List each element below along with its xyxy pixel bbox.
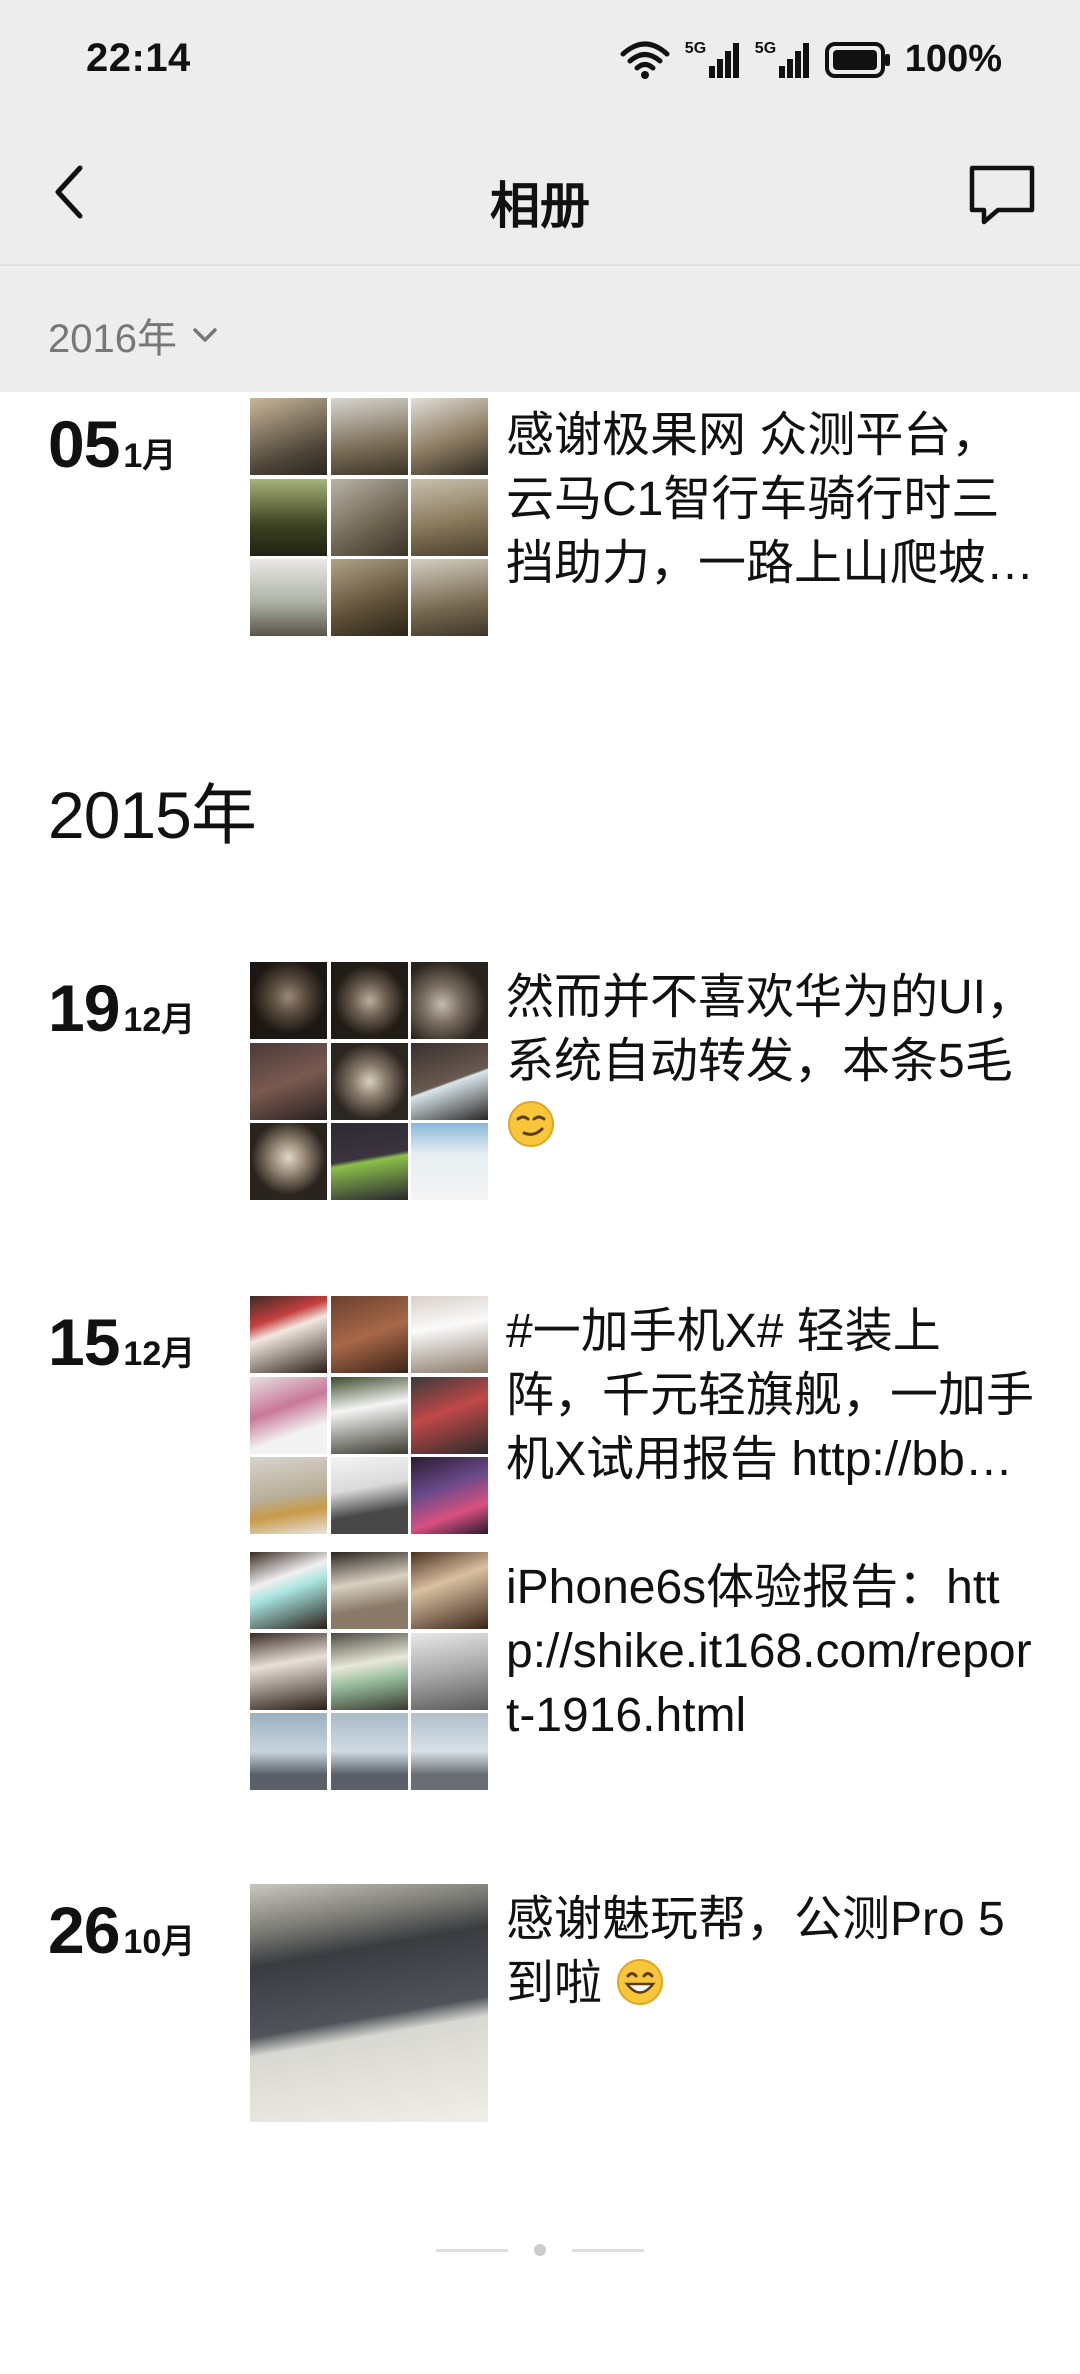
entry-month: 10月 bbox=[123, 1923, 196, 1961]
smirk-emoji-icon bbox=[508, 1101, 554, 1147]
photo-thumbnail bbox=[250, 1296, 327, 1373]
entry-month: 12月 bbox=[123, 1001, 196, 1039]
entry-month: 1月 bbox=[123, 437, 177, 475]
photo-thumbnail bbox=[411, 1457, 488, 1534]
signal-5g-2: 5G bbox=[755, 40, 811, 80]
photo-thumbnail bbox=[330, 398, 408, 475]
photo-thumbnail bbox=[411, 1123, 488, 1200]
photo-thumbnail bbox=[411, 1632, 488, 1710]
signal-bars-icon bbox=[708, 42, 739, 78]
photo-thumbnail bbox=[250, 559, 327, 636]
photo-thumbnail bbox=[330, 1632, 408, 1710]
photo-thumbnail bbox=[411, 1713, 488, 1790]
indicator-dot bbox=[534, 2244, 546, 2256]
photo-thumbnail bbox=[330, 962, 408, 1039]
photo-grid[interactable] bbox=[250, 398, 488, 636]
nav-bar: 相册 bbox=[0, 120, 1080, 264]
post-text[interactable]: 感谢魅玩帮，公测Pro 5到啦 bbox=[506, 1888, 1036, 2016]
photo-thumbnail bbox=[250, 1376, 327, 1454]
photo-thumbnail bbox=[250, 1457, 327, 1534]
album-feed[interactable]: 05 1月 感谢极果网 众测平台，云马C1智行车骑行时三挡助力，一路上山爬坡都很… bbox=[0, 392, 1080, 2374]
photo-thumbnail bbox=[411, 962, 488, 1039]
photo-thumbnail bbox=[411, 478, 488, 556]
signal-bars-icon bbox=[778, 42, 809, 78]
entry-date: 15 12月 bbox=[48, 1304, 195, 1380]
photo-thumbnail bbox=[411, 398, 488, 475]
entry-day: 05 bbox=[48, 407, 120, 481]
signal-5g-1: 5G bbox=[685, 40, 741, 80]
post-text[interactable]: 感谢极果网 众测平台，云马C1智行车骑行时三挡助力，一路上山爬坡都很轻松 bbox=[506, 404, 1036, 596]
post-text[interactable]: 然而并不喜欢华为的UI，系统自动转发，本条5毛 bbox=[506, 966, 1036, 1158]
photo-thumbnail bbox=[411, 1376, 488, 1454]
entry-month: 12月 bbox=[123, 1335, 196, 1373]
photo-grid[interactable] bbox=[250, 1552, 488, 1790]
photo-thumbnail bbox=[411, 1296, 488, 1373]
battery-percent: 100% bbox=[904, 38, 1002, 80]
photo-thumbnail[interactable] bbox=[250, 1884, 488, 2122]
photo-thumbnail bbox=[250, 962, 327, 1039]
photo-thumbnail bbox=[411, 1552, 488, 1629]
photo-thumbnail bbox=[330, 1296, 408, 1373]
indicator-line bbox=[436, 2248, 508, 2252]
post-text-body: 感谢魅玩帮，公测Pro 5到啦 bbox=[506, 1893, 1005, 2010]
photo-thumbnail bbox=[411, 559, 488, 636]
post-text-body: 然而并不喜欢华为的UI，系统自动转发，本条5毛 bbox=[506, 971, 1035, 1088]
photo-thumbnail bbox=[330, 1457, 408, 1534]
page-indicator bbox=[0, 2244, 1080, 2256]
photo-thumbnail bbox=[250, 1552, 327, 1629]
photo-thumbnail bbox=[330, 1123, 408, 1200]
wifi-icon bbox=[620, 41, 670, 79]
indicator-line bbox=[572, 2248, 644, 2252]
status-bar: 22:14 5G 5G 100% bbox=[0, 0, 1080, 120]
photo-thumbnail bbox=[330, 559, 408, 636]
entry-date: 26 10月 bbox=[48, 1892, 195, 1968]
entry-date: 19 12月 bbox=[48, 970, 195, 1046]
photo-thumbnail bbox=[250, 478, 327, 556]
year-filter-label: 2016年 bbox=[48, 317, 177, 361]
post-text[interactable]: #一加手机X# 轻装上阵，千元轻旗舰，一加手机X试用报告 http://bbs.… bbox=[506, 1300, 1036, 1492]
year-filter-bar: 2016年 bbox=[0, 264, 1080, 392]
photo-thumbnail bbox=[250, 1713, 327, 1790]
photo-thumbnail bbox=[330, 1552, 408, 1629]
photo-thumbnail bbox=[330, 1376, 408, 1454]
entry-day: 19 bbox=[48, 971, 120, 1045]
photo-thumbnail bbox=[330, 1042, 408, 1120]
status-icons: 5G 5G 100% bbox=[619, 38, 1002, 81]
page-title: 相册 bbox=[490, 178, 590, 234]
photo-thumbnail bbox=[250, 398, 327, 475]
photo-thumbnail bbox=[250, 1042, 327, 1120]
entry-day: 26 bbox=[48, 1893, 120, 1967]
year-heading: 2015年 bbox=[48, 778, 257, 852]
entry-day: 15 bbox=[48, 1305, 120, 1379]
photo-thumbnail bbox=[250, 1632, 327, 1710]
grin-emoji-icon bbox=[617, 1959, 664, 2005]
photo-thumbnail bbox=[330, 478, 408, 556]
chevron-down-icon bbox=[193, 328, 217, 342]
message-button[interactable] bbox=[968, 164, 1036, 228]
post-text[interactable]: iPhone6s体验报告：http://shike.it168.com/repo… bbox=[506, 1556, 1036, 1748]
message-icon bbox=[969, 165, 1035, 225]
status-time: 22:14 bbox=[86, 36, 191, 80]
battery-icon bbox=[824, 41, 890, 78]
photo-thumbnail bbox=[330, 1713, 408, 1790]
photo-grid[interactable] bbox=[250, 962, 488, 1200]
year-filter-dropdown[interactable]: 2016年 bbox=[48, 306, 219, 364]
entry-date: 05 1月 bbox=[48, 406, 176, 482]
photo-grid[interactable] bbox=[250, 1296, 488, 1534]
photo-thumbnail bbox=[411, 1042, 488, 1120]
photo-thumbnail bbox=[250, 1123, 327, 1200]
